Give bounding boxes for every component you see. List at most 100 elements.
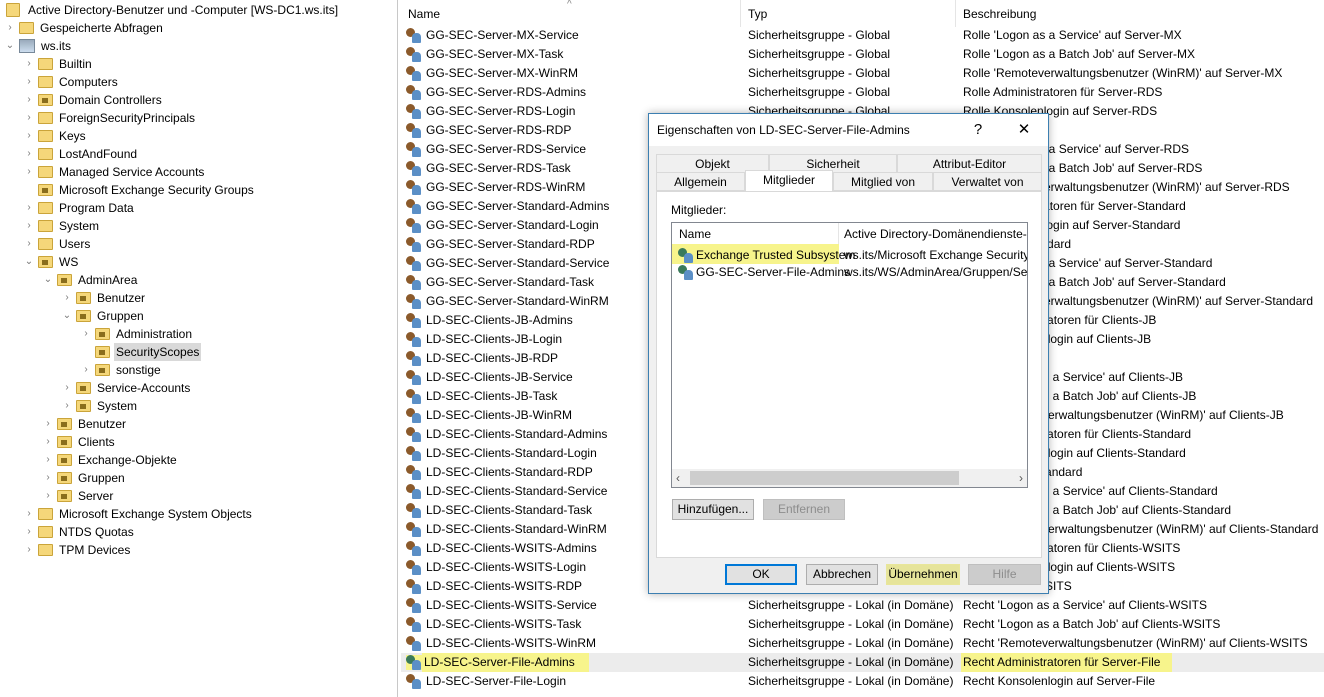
chevron-right-icon[interactable]: › — [61, 397, 73, 415]
tree-item[interactable]: › Domain Controllers — [23, 91, 164, 109]
tree-item[interactable]: ⌄ ws.its — [4, 37, 73, 55]
table-row[interactable]: LD-SEC-Clients-WSITS-WinRM Sicherheitsgru… — [401, 634, 1324, 653]
chevron-down-icon[interactable]: ⌄ — [42, 271, 54, 289]
tree-item[interactable]: › System — [23, 217, 101, 235]
chevron-right-icon[interactable]: › — [42, 433, 54, 451]
tree-item[interactable]: › Benutzer — [42, 415, 128, 433]
members-column-folder[interactable]: Active Directory-Domänendienste-Ordner — [839, 223, 1027, 245]
tree-item[interactable]: ⌄ Gruppen — [61, 307, 146, 325]
tab-verwaltet-von[interactable]: Verwaltet von — [933, 172, 1042, 191]
tab-attribut-editor[interactable]: Attribut-Editor — [897, 154, 1042, 173]
member-row[interactable]: Exchange Trusted Subsystem ws.its/Microso… — [672, 244, 1027, 264]
help-button[interactable]: Hilfe — [968, 564, 1041, 585]
column-header-beschreibung[interactable]: Beschreibung — [956, 0, 1324, 27]
table-row[interactable]: LD-SEC-Clients-WSITS-Service Sicherheitsg… — [401, 596, 1324, 615]
table-row[interactable]: GG-SEC-Server-MX-Task Sicherheitsgruppe -… — [401, 45, 1324, 64]
scrollbar-thumb[interactable] — [690, 471, 959, 485]
chevron-right-icon[interactable]: › — [42, 451, 54, 469]
tree-item[interactable]: ⌄ AdminArea — [42, 271, 139, 289]
chevron-right-icon[interactable]: › — [61, 289, 73, 307]
tree-item[interactable]: › System — [61, 397, 139, 415]
tree-item[interactable]: › Managed Service Accounts — [23, 163, 206, 181]
table-row[interactable]: GG-SEC-Server-MX-WinRM Sicherheitsgruppe … — [401, 64, 1324, 83]
tree-item[interactable]: › Gruppen — [42, 469, 127, 487]
tree-item[interactable]: Microsoft Exchange Security Groups — [23, 181, 256, 199]
tree-item[interactable]: › Builtin — [23, 55, 94, 73]
chevron-right-icon[interactable]: › — [23, 235, 35, 253]
chevron-right-icon[interactable]: › — [42, 469, 54, 487]
table-row[interactable]: GG-SEC-Server-RDS-Admins Sicherheitsgrupp… — [401, 83, 1324, 102]
column-header-name[interactable]: Name ^ — [401, 0, 741, 27]
cell-name: GG-SEC-Server-RDS-RDP — [426, 123, 572, 137]
tree-item[interactable]: › sonstige — [80, 361, 163, 379]
scroll-right-icon[interactable]: › — [1019, 469, 1023, 487]
tree-item[interactable]: › Users — [23, 235, 92, 253]
properties-dialog[interactable]: Eigenschaften von LD-SEC-Server-File-Adm… — [648, 113, 1049, 594]
chevron-right-icon[interactable]: › — [23, 109, 35, 127]
chevron-right-icon[interactable]: › — [42, 415, 54, 433]
chevron-right-icon[interactable]: › — [23, 541, 35, 559]
table-row[interactable]: LD-SEC-Server-File-Login Sicherheitsgrupp… — [401, 672, 1324, 691]
chevron-down-icon[interactable]: ⌄ — [61, 307, 73, 325]
tree-root[interactable]: Active Directory-Benutzer und -Computer … — [4, 1, 338, 19]
tab-mitglied-von[interactable]: Mitglied von — [833, 172, 933, 191]
close-button[interactable]: ✕ — [1001, 114, 1047, 146]
tree-item[interactable]: › TPM Devices — [23, 541, 132, 559]
chevron-right-icon[interactable]: › — [23, 505, 35, 523]
remove-button[interactable]: Entfernen — [763, 499, 845, 520]
tab-allgemein[interactable]: Allgemein — [656, 172, 745, 191]
chevron-right-icon[interactable]: › — [23, 163, 35, 181]
chevron-right-icon[interactable] — [23, 181, 35, 199]
tree-pane[interactable]: Active Directory-Benutzer und -Computer … — [0, 0, 398, 697]
ou-folder-icon — [38, 184, 53, 196]
tree-item[interactable]: › Administration — [80, 325, 194, 343]
chevron-right-icon[interactable]: › — [80, 325, 92, 343]
chevron-down-icon[interactable]: ⌄ — [23, 253, 35, 271]
tree-item[interactable]: › Service-Accounts — [61, 379, 192, 397]
tab-mitglieder[interactable]: Mitglieder — [745, 170, 833, 191]
members-list[interactable]: Name Active Directory-Domänendienste-Ord… — [671, 222, 1028, 488]
chevron-right-icon[interactable]: › — [23, 91, 35, 109]
chevron-right-icon[interactable]: › — [23, 523, 35, 541]
tree-item[interactable]: › Keys — [23, 127, 88, 145]
tree-item[interactable]: › Gespeicherte Abfragen — [4, 19, 165, 37]
chevron-right-icon[interactable]: › — [23, 199, 35, 217]
help-icon[interactable]: ? — [955, 114, 1001, 146]
members-column-name[interactable]: Name — [672, 223, 839, 245]
add-button[interactable]: Hinzufügen... — [672, 499, 754, 520]
chevron-right-icon[interactable]: › — [80, 361, 92, 379]
chevron-right-icon[interactable]: › — [23, 73, 35, 91]
table-row[interactable]: LD-SEC-Clients-WSITS-Task Sicherheitsgrup… — [401, 615, 1324, 634]
column-header-typ[interactable]: Typ — [741, 0, 956, 27]
member-row[interactable]: GG-SEC-Server-File-Admins ws.its/WS/Admin… — [672, 264, 1027, 281]
chevron-right-icon[interactable]: › — [23, 217, 35, 235]
tree-item[interactable]: › Benutzer — [61, 289, 147, 307]
tree-item[interactable]: › Microsoft Exchange System Objects — [23, 505, 254, 523]
cell-description: Rolle 'Logon as a Batch Job' auf Server-… — [963, 47, 1196, 61]
horizontal-scrollbar[interactable]: ‹ › — [672, 469, 1027, 487]
tree-item[interactable]: › Computers — [23, 73, 120, 91]
scroll-left-icon[interactable]: ‹ — [676, 469, 680, 487]
chevron-right-icon[interactable]: › — [4, 19, 16, 37]
tree-item[interactable]: › Program Data — [23, 199, 136, 217]
chevron-right-icon[interactable] — [80, 343, 92, 361]
chevron-right-icon[interactable]: › — [23, 145, 35, 163]
table-row[interactable]: LD-SEC-Server-File-Admins Sicherheitsgrup… — [401, 653, 1324, 672]
chevron-right-icon[interactable]: › — [23, 55, 35, 73]
tree-item[interactable]: ⌄ WS — [23, 253, 80, 271]
tree-item[interactable]: › ForeignSecurityPrincipals — [23, 109, 197, 127]
apply-button[interactable]: Übernehmen — [886, 564, 960, 585]
tree-item[interactable]: SecurityScopes — [80, 343, 202, 361]
chevron-down-icon[interactable]: ⌄ — [4, 37, 16, 55]
cancel-button[interactable]: Abbrechen — [806, 564, 878, 585]
ok-button[interactable]: OK — [725, 564, 797, 585]
tree-item[interactable]: › LostAndFound — [23, 145, 139, 163]
tree-item[interactable]: › Server — [42, 487, 115, 505]
chevron-right-icon[interactable]: › — [23, 127, 35, 145]
chevron-right-icon[interactable]: › — [42, 487, 54, 505]
tree-item[interactable]: › Exchange-Objekte — [42, 451, 179, 469]
chevron-right-icon[interactable]: › — [61, 379, 73, 397]
tree-item[interactable]: › Clients — [42, 433, 117, 451]
table-row[interactable]: GG-SEC-Server-MX-Service Sicherheitsgrupp… — [401, 26, 1324, 45]
tree-item[interactable]: › NTDS Quotas — [23, 523, 136, 541]
